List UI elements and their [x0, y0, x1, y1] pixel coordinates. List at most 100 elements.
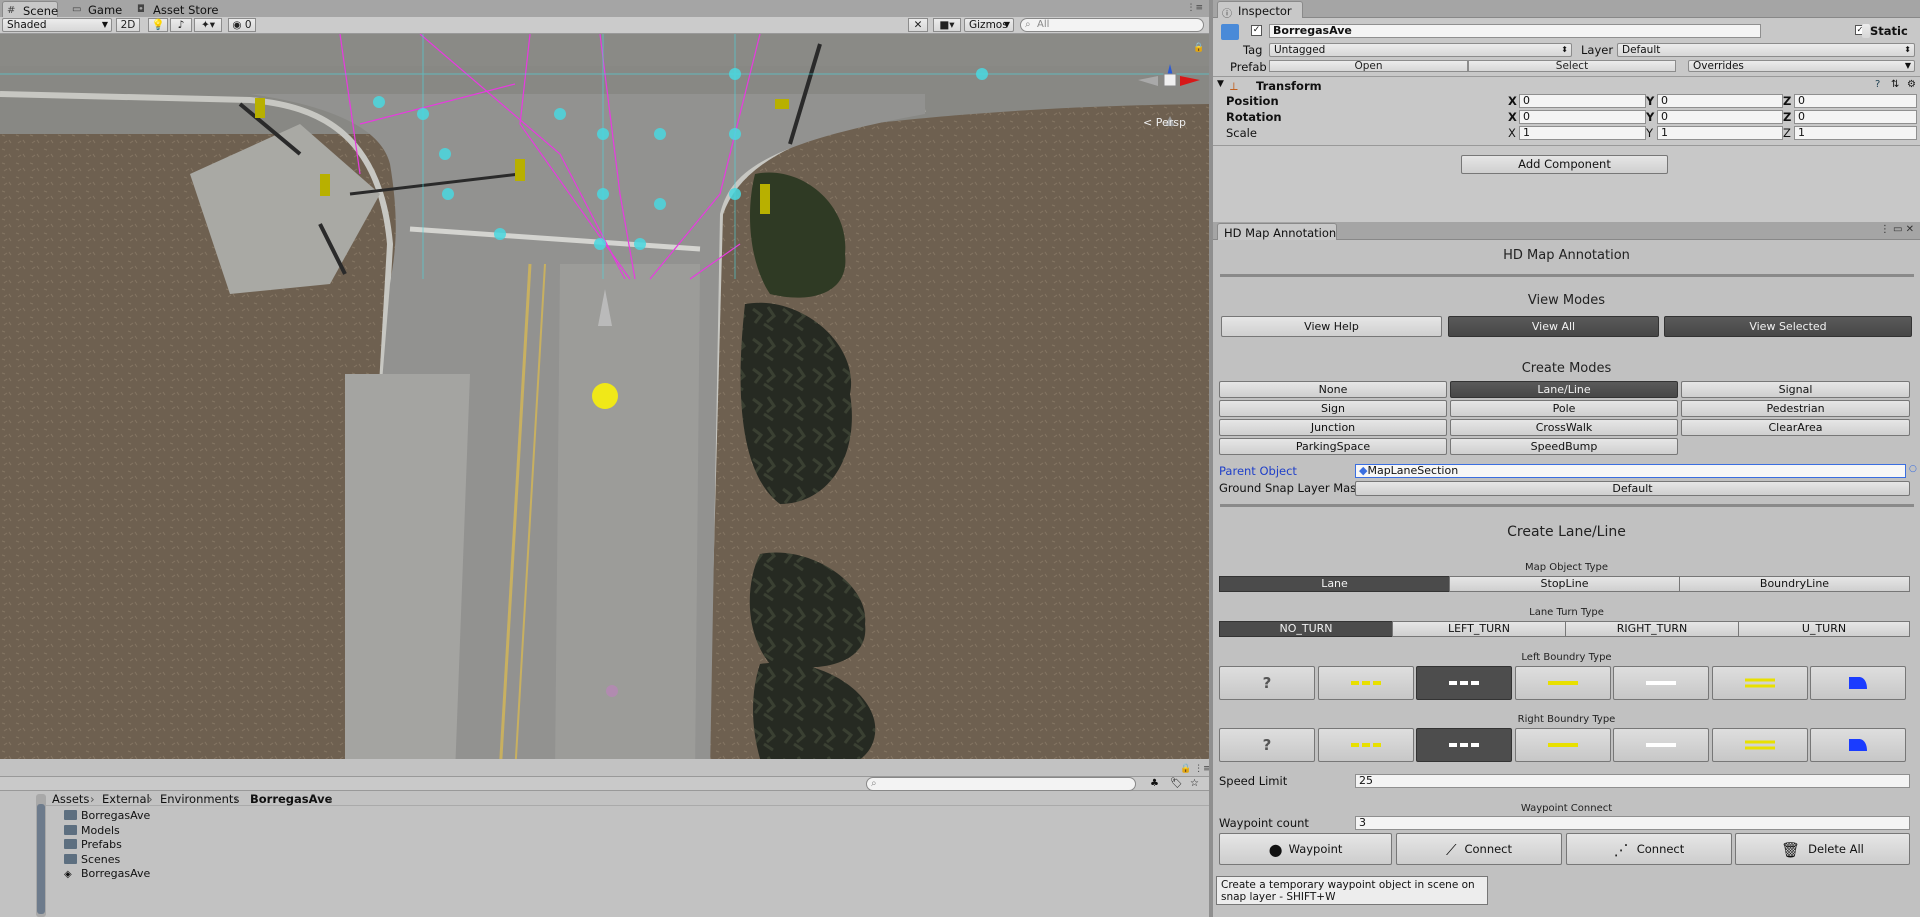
axis-z-label[interactable]: Z: [1783, 110, 1791, 124]
list-item[interactable]: BorregasAve: [64, 809, 150, 824]
prefab-select-button[interactable]: Select: [1468, 60, 1676, 72]
right-solid-white-boundary-button[interactable]: [1613, 728, 1709, 762]
connect-curve-button[interactable]: ⋰ Connect: [1566, 833, 1732, 865]
create-mode-speedbump-button[interactable]: SpeedBump: [1450, 438, 1678, 455]
gizmos-dropdown[interactable]: Gizmos ▼: [964, 18, 1014, 32]
axis-z-label[interactable]: Z: [1783, 94, 1791, 108]
transform-header[interactable]: Transform: [1256, 79, 1322, 93]
breadcrumb-item[interactable]: Assets: [52, 792, 89, 806]
create-mode-sign-button[interactable]: Sign: [1219, 400, 1447, 417]
shading-mode-dropdown[interactable]: Shaded ▼: [2, 18, 112, 32]
list-item[interactable]: ◈ BorregasAve: [64, 867, 150, 882]
axis-y-label[interactable]: Y: [1646, 110, 1654, 124]
scene-viewport[interactable]: < Persp 🔒: [0, 34, 1209, 759]
create-waypoint-button[interactable]: ● Waypoint: [1219, 833, 1392, 865]
left-unknown-boundary-button[interactable]: ?: [1219, 666, 1315, 700]
filter-by-type-icon[interactable]: ♣: [1150, 778, 1159, 789]
audio-toggle-icon[interactable]: ♪: [170, 18, 192, 32]
tab-asset-store[interactable]: ◘ Asset Store: [133, 1, 223, 18]
view-help-button[interactable]: View Help: [1221, 316, 1442, 337]
create-mode-cleararea-button[interactable]: ClearArea: [1681, 419, 1910, 436]
lane-turn-u-turn[interactable]: U_TURN: [1738, 621, 1910, 637]
axis-y-label[interactable]: Y: [1646, 94, 1654, 108]
breadcrumb-item[interactable]: External: [102, 792, 150, 806]
position-z-field[interactable]: 0: [1794, 94, 1917, 108]
map-object-type-lane[interactable]: Lane: [1219, 576, 1450, 592]
list-item[interactable]: Prefabs: [64, 838, 150, 853]
list-item[interactable]: Models: [64, 824, 150, 839]
right-unknown-boundary-button[interactable]: ?: [1219, 728, 1315, 762]
right-dotted-white-boundary-button[interactable]: [1416, 728, 1512, 762]
rotation-x-field[interactable]: 0: [1519, 110, 1646, 124]
axis-x-label[interactable]: X: [1508, 126, 1516, 140]
create-mode-lane-line-button[interactable]: Lane/Line: [1450, 381, 1678, 398]
axis-z-label[interactable]: Z: [1783, 126, 1791, 140]
right-curb-boundary-button[interactable]: [1810, 728, 1906, 762]
create-mode-junction-button[interactable]: Junction: [1219, 419, 1447, 436]
project-search-input[interactable]: ⌕: [866, 777, 1136, 791]
scale-x-field[interactable]: 1: [1519, 126, 1646, 140]
parent-object-field[interactable]: ◆MapLaneSection: [1355, 464, 1906, 478]
scene-search-input[interactable]: ⌕ All: [1020, 18, 1204, 32]
camera-settings-icon[interactable]: ■▾: [933, 18, 961, 32]
axis-x-label[interactable]: X: [1508, 94, 1517, 108]
scale-z-field[interactable]: 1: [1794, 126, 1917, 140]
view-selected-button[interactable]: View Selected: [1664, 316, 1912, 337]
create-mode-crosswalk-button[interactable]: CrossWalk: [1450, 419, 1678, 436]
delete-all-button[interactable]: 🗑 Delete All: [1735, 833, 1910, 865]
axis-y-label[interactable]: Y: [1646, 126, 1653, 140]
foldout-arrow-icon[interactable]: ▼: [1217, 79, 1224, 89]
connect-lines-button[interactable]: ⟋ Connect: [1396, 833, 1562, 865]
map-object-type-stopline[interactable]: StopLine: [1449, 576, 1680, 592]
prefab-overrides-dropdown[interactable]: Overrides ▼: [1688, 60, 1915, 72]
left-double-yellow-boundary-button[interactable]: [1711, 666, 1808, 700]
favorite-star-icon[interactable]: ☆: [1190, 778, 1199, 789]
list-item[interactable]: Scenes: [64, 853, 150, 868]
add-component-button[interactable]: Add Component: [1461, 155, 1668, 174]
project-scrollbar[interactable]: [36, 794, 46, 917]
lane-turn-right-turn[interactable]: RIGHT_TURN: [1565, 621, 1739, 637]
right-double-yellow-boundary-button[interactable]: [1711, 728, 1808, 762]
breadcrumb-item-current[interactable]: BorregasAve: [250, 792, 332, 806]
lighting-toggle-icon[interactable]: 💡: [148, 18, 168, 32]
position-y-field[interactable]: 0: [1657, 94, 1783, 108]
tools-icon[interactable]: ✕: [908, 18, 928, 32]
left-dotted-white-boundary-button[interactable]: [1416, 666, 1512, 700]
view-all-button[interactable]: View All: [1448, 316, 1659, 337]
ground-snap-layer-dropdown[interactable]: Default: [1355, 481, 1910, 496]
gizmo-lock-icon[interactable]: 🔒: [1193, 43, 1204, 53]
lane-turn-left-turn[interactable]: LEFT_TURN: [1392, 621, 1566, 637]
axis-x-label[interactable]: X: [1508, 110, 1517, 124]
tab-game[interactable]: ▭ Game: [68, 1, 124, 18]
create-mode-none-button[interactable]: None: [1219, 381, 1447, 398]
object-name-field[interactable]: BorregasAve: [1269, 24, 1761, 38]
create-mode-parkingspace-button[interactable]: ParkingSpace: [1219, 438, 1447, 455]
create-mode-signal-button[interactable]: Signal: [1681, 381, 1910, 398]
tab-inspector[interactable]: ⓘ Inspector: [1217, 1, 1303, 20]
left-solid-yellow-boundary-button[interactable]: [1514, 666, 1611, 700]
2d-toggle-button[interactable]: 2D: [116, 18, 140, 32]
right-solid-yellow-boundary-button[interactable]: [1514, 728, 1611, 762]
prefab-open-button[interactable]: Open: [1269, 60, 1468, 72]
scale-y-field[interactable]: 1: [1657, 126, 1783, 140]
hidden-objects-toggle[interactable]: ◉ 0: [228, 18, 256, 32]
project-lock-icon[interactable]: 🔒 ⋮≡: [1180, 764, 1211, 774]
presets-icon[interactable]: ⇅: [1891, 79, 1899, 90]
tab-scene[interactable]: # Scene: [2, 1, 58, 18]
window-controls-icon[interactable]: ⋮ ▭ ✕: [1880, 224, 1914, 235]
left-dotted-yellow-boundary-button[interactable]: [1317, 666, 1414, 700]
rotation-y-field[interactable]: 0: [1657, 110, 1783, 124]
rotation-z-field[interactable]: 0: [1794, 110, 1917, 124]
position-x-field[interactable]: 0: [1519, 94, 1646, 108]
waypoint-count-field[interactable]: 3: [1355, 816, 1910, 830]
create-mode-pedestrian-button[interactable]: Pedestrian: [1681, 400, 1910, 417]
help-icon[interactable]: ?: [1875, 79, 1880, 90]
component-settings-icon[interactable]: ⚙: [1907, 79, 1916, 90]
layer-dropdown[interactable]: Default ⬍: [1617, 43, 1915, 57]
breadcrumb-item[interactable]: Environments: [160, 792, 239, 806]
speed-limit-field[interactable]: 25: [1355, 774, 1910, 788]
left-solid-white-boundary-button[interactable]: [1613, 666, 1709, 700]
lane-turn-no-turn[interactable]: NO_TURN: [1219, 621, 1393, 637]
effects-toggle-icon[interactable]: ✦▾: [194, 18, 222, 32]
persp-label[interactable]: < Persp: [1143, 116, 1186, 129]
